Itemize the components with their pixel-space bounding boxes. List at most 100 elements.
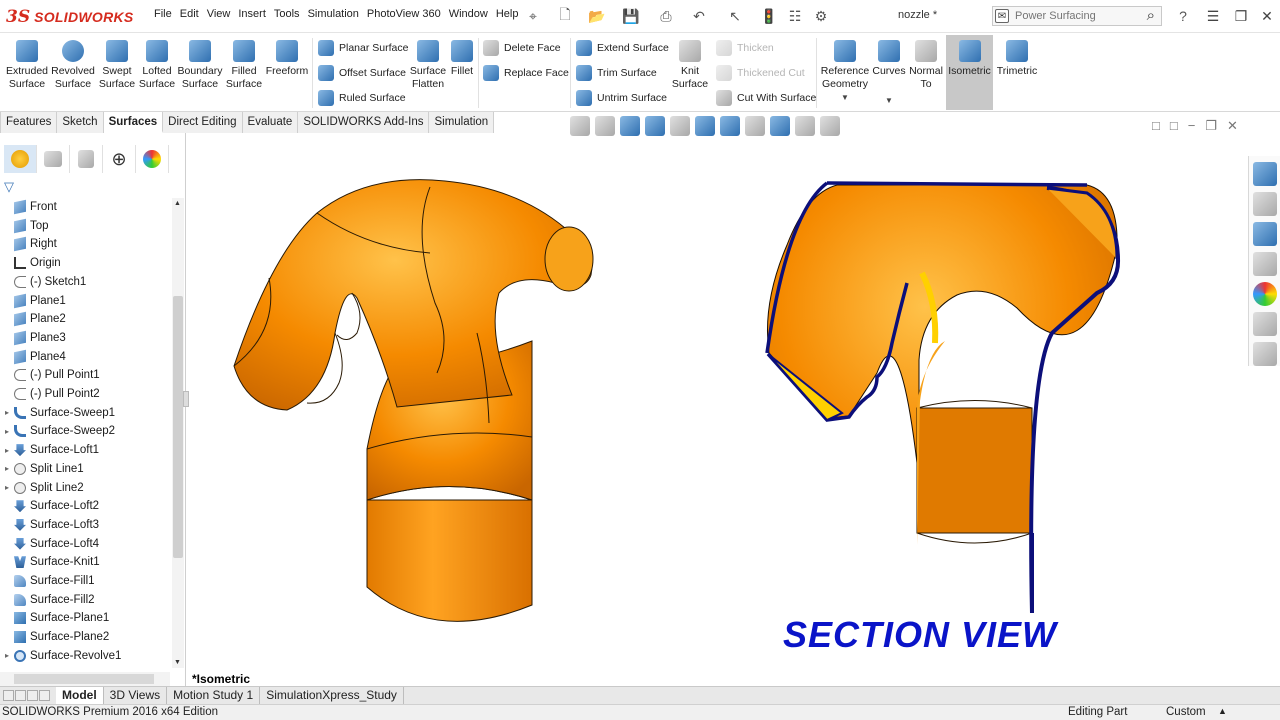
tree-item[interactable]: Surface-Knit1 [0, 553, 170, 571]
search-icon[interactable]: ⌕ [1147, 7, 1155, 24]
hide-show-items-icon[interactable] [745, 116, 765, 136]
expand-arrow-icon[interactable]: ▸ [0, 427, 14, 436]
close-doc-icon[interactable]: ✕ [1227, 118, 1238, 134]
tab-direct-editing[interactable]: Direct Editing [163, 112, 243, 133]
reference-geometry-button[interactable]: Reference Geometry ▼ [820, 40, 870, 104]
tree-item[interactable]: ▸ Surface-Revolve1 [0, 647, 170, 665]
help-icon[interactable]: ? [1172, 5, 1194, 27]
tab-solidworks-addins[interactable]: SOLIDWORKS Add-Ins [298, 112, 430, 133]
apply-scene-icon[interactable] [795, 116, 815, 136]
ruled-surface-button[interactable]: Ruled Surface [318, 88, 406, 108]
undo-icon[interactable]: ↶ [688, 5, 710, 27]
menu-edit[interactable]: Edit [176, 8, 203, 20]
print-icon[interactable]: ⎙ [655, 5, 677, 27]
tree-item[interactable]: Plane1 [0, 292, 170, 310]
scrollbar-thumb[interactable] [173, 296, 183, 558]
thickened-cut-button[interactable]: Thickened Cut [716, 63, 805, 83]
pin-icon[interactable]: ⌖ [522, 5, 544, 27]
menu-help[interactable]: Help [492, 8, 523, 20]
tree-horizontal-scrollbar[interactable] [0, 672, 170, 686]
trim-surface-button[interactable]: Trim Surface [576, 63, 657, 83]
replace-face-button[interactable]: Replace Face [483, 63, 569, 83]
tree-item[interactable]: Surface-Plane1 [0, 609, 170, 627]
surface-flatten-button[interactable]: Surface Flatten [408, 40, 448, 91]
view-palette-icon[interactable] [1253, 252, 1277, 276]
menu-window[interactable]: Window [445, 8, 492, 20]
chevron-down-icon[interactable]: ▼ [872, 94, 906, 107]
expand-arrow-icon[interactable]: ▸ [0, 446, 14, 455]
user-icon[interactable]: ☰ [1200, 6, 1226, 26]
close-window-icon[interactable]: ✕ [1254, 6, 1280, 26]
configuration-manager-tab-icon[interactable] [70, 145, 103, 173]
property-manager-tab-icon[interactable] [37, 145, 70, 173]
filter-icon[interactable]: ▽ [4, 179, 14, 195]
tree-item[interactable]: Origin [0, 254, 170, 272]
tab-motion-study[interactable]: Motion Study 1 [167, 687, 261, 704]
isometric-button[interactable]: Isometric [946, 35, 993, 110]
delete-face-button[interactable]: Delete Face [483, 38, 561, 58]
nozzle-section-view[interactable] [765, 181, 1121, 614]
thicken-button[interactable]: Thicken [716, 38, 774, 58]
tab-features[interactable]: Features [0, 112, 58, 133]
swept-surface-button[interactable]: Swept Surface [96, 40, 138, 91]
expand-arrow-icon[interactable]: ▸ [0, 651, 14, 660]
model-canvas[interactable] [187, 133, 1247, 686]
tree-item[interactable]: Surface-Plane2 [0, 628, 170, 646]
menu-view[interactable]: View [203, 8, 235, 20]
tree-vertical-scrollbar[interactable]: ▲ ▼ [172, 198, 184, 668]
tree-item[interactable]: Front [0, 198, 170, 216]
menu-tools[interactable]: Tools [270, 8, 304, 20]
minimize-doc-icon[interactable]: − [1188, 118, 1196, 134]
chevron-up-icon[interactable]: ▲ [1218, 706, 1227, 716]
select-icon[interactable]: ↖ [724, 5, 746, 27]
tree-item[interactable]: ▸ Split Line1 [0, 460, 170, 478]
revolved-surface-button[interactable]: Revolved Surface [50, 40, 96, 91]
tab-model[interactable]: Model [56, 687, 104, 704]
command-search-icon[interactable]: ✉ [995, 9, 1009, 23]
appearances-icon[interactable] [1253, 282, 1277, 306]
view-settings-icon[interactable] [820, 116, 840, 136]
tree-item[interactable]: Surface-Loft2 [0, 497, 170, 515]
fillet-button[interactable]: Fillet [448, 40, 476, 78]
expand-arrow-icon[interactable]: ▸ [0, 408, 14, 417]
new-document-icon[interactable]: 🗋 [554, 5, 576, 27]
menu-insert[interactable]: Insert [234, 8, 270, 20]
tree-item[interactable]: Surface-Fill2 [0, 591, 170, 609]
dynamic-annotation-icon[interactable] [670, 116, 690, 136]
normal-to-button[interactable]: Normal To [906, 40, 946, 91]
tree-item[interactable]: (-) Pull Point1 [0, 366, 170, 384]
zoom-to-fit-icon[interactable] [570, 116, 590, 136]
tree-item[interactable]: Surface-Loft3 [0, 516, 170, 534]
tree-item[interactable]: Plane3 [0, 329, 170, 347]
tree-item[interactable]: ▸ Surface-Sweep2 [0, 422, 170, 440]
restore-doc-icon[interactable]: ❐ [1205, 118, 1217, 134]
file-explorer-icon[interactable] [1253, 222, 1277, 246]
tree-item[interactable]: ▸ Split Line2 [0, 479, 170, 497]
tree-item[interactable]: Surface-Fill1 [0, 572, 170, 590]
tab-simulationxpress-study[interactable]: SimulationXpress_Study [260, 687, 404, 704]
tile-left-icon[interactable]: □ [1152, 118, 1160, 134]
tile-right-icon[interactable]: □ [1170, 118, 1178, 134]
filled-surface-button[interactable]: Filled Surface [224, 40, 264, 91]
menu-photoview[interactable]: PhotoView 360 [363, 8, 445, 20]
view-orientation-icon[interactable] [695, 116, 715, 136]
extruded-surface-button[interactable]: Extruded Surface [4, 40, 50, 91]
tree-item[interactable]: Right [0, 235, 170, 253]
previous-view-icon[interactable] [620, 116, 640, 136]
chevron-down-icon[interactable]: ▼ [820, 91, 870, 104]
scroll-down-icon[interactable]: ▼ [174, 659, 181, 666]
save-icon[interactable]: 💾 [620, 5, 642, 27]
nozzle-model[interactable] [233, 179, 594, 622]
solidworks-logo[interactable]: 3S SOLIDWORKS [6, 6, 134, 28]
edit-appearance-icon[interactable] [770, 116, 790, 136]
home-icon[interactable] [1253, 162, 1277, 186]
dimxpert-tab-icon[interactable]: ⊕ [103, 145, 136, 173]
tree-item[interactable]: ▸ Surface-Loft1 [0, 441, 170, 459]
tab-surfaces[interactable]: Surfaces [103, 112, 164, 133]
tree-item[interactable]: Surface-Loft4 [0, 535, 170, 553]
scroll-up-icon[interactable]: ▲ [174, 200, 181, 207]
tree-item[interactable]: Top [0, 217, 170, 235]
tab-3d-views[interactable]: 3D Views [104, 687, 168, 704]
panel-collapse-handle[interactable] [183, 391, 189, 407]
boundary-surface-button[interactable]: Boundary Surface [176, 40, 224, 91]
